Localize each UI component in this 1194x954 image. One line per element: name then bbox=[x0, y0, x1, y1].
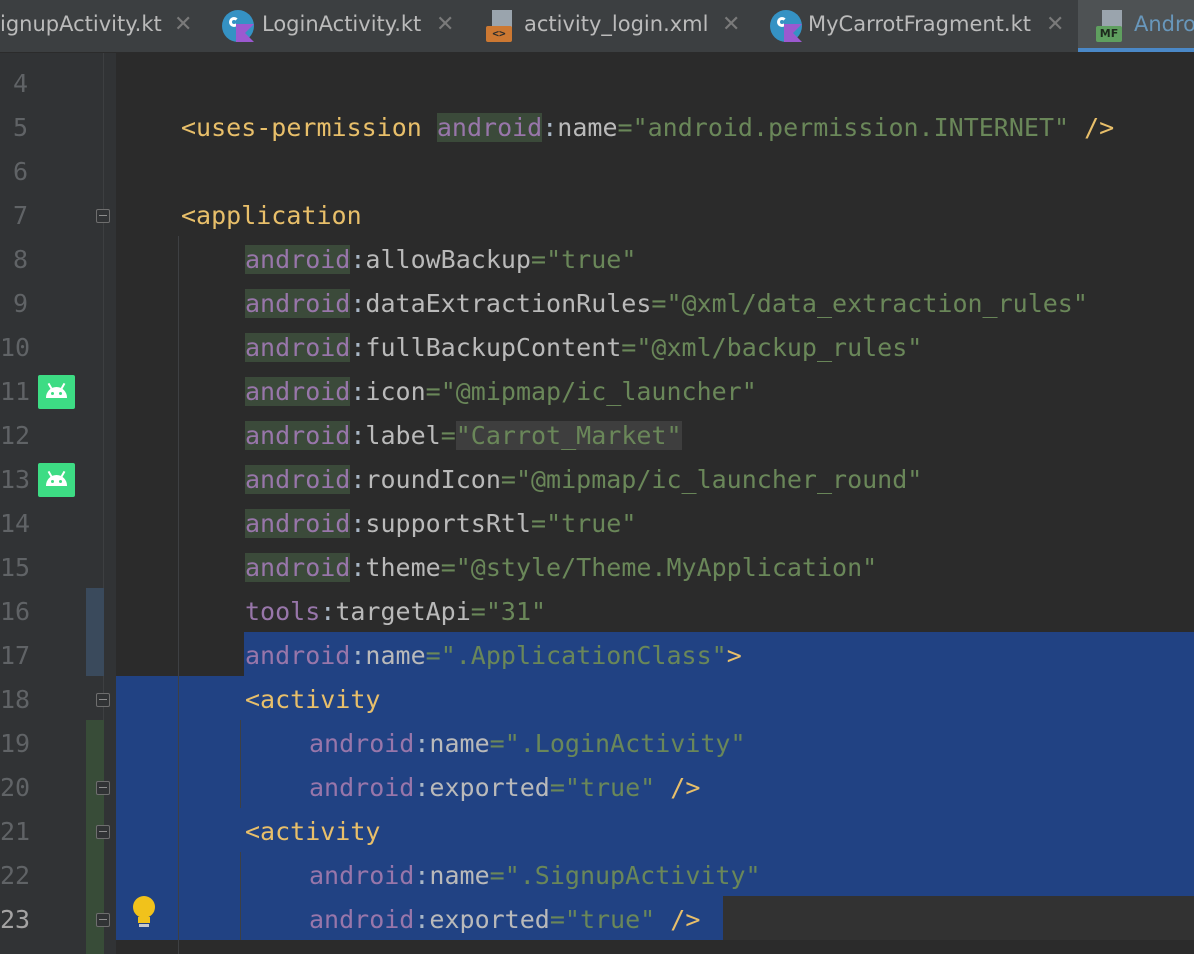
line-number: 8 bbox=[12, 245, 28, 274]
code-line: 10 android:fullBackupContent="@xml/backu… bbox=[0, 326, 1194, 370]
android-icon[interactable] bbox=[38, 463, 75, 497]
tab-my-carrot-fragment[interactable]: MyCarrotFragment.kt ✕ bbox=[754, 0, 1076, 52]
line-number: 20 bbox=[0, 773, 31, 802]
tab-label: activity_login.xml bbox=[524, 12, 709, 36]
line-number: 19 bbox=[0, 729, 31, 758]
xml-file-icon: <> bbox=[486, 10, 518, 42]
tab-label: ignupActivity.kt bbox=[0, 12, 162, 36]
line-number: 11 bbox=[0, 377, 31, 406]
line-number: 12 bbox=[0, 421, 31, 450]
tab-label: Andro bbox=[1134, 12, 1194, 36]
code-line: 12 android:label="Carrot_Market" bbox=[0, 414, 1194, 458]
code-line: 6 bbox=[0, 150, 1194, 194]
code-line: 19 android:name=".LoginActivity" bbox=[0, 722, 1194, 766]
fold-toggle-icon[interactable] bbox=[96, 913, 110, 927]
fold-toggle-icon[interactable] bbox=[96, 693, 110, 707]
close-icon[interactable]: ✕ bbox=[1046, 12, 1064, 37]
kotlin-file-icon bbox=[222, 10, 254, 42]
code-line: 23 android:exported="true" /> bbox=[0, 898, 1194, 942]
tab-activity-login-xml[interactable]: <> activity_login.xml ✕ bbox=[470, 0, 754, 52]
line-number: 13 bbox=[0, 465, 31, 494]
code-line: 13 android:roundIcon="@mipmap/ic_launche… bbox=[0, 458, 1194, 502]
line-number: 17 bbox=[0, 641, 31, 670]
android-icon[interactable] bbox=[38, 375, 75, 409]
lightbulb-icon[interactable] bbox=[133, 896, 155, 930]
code-line: 22 android:name=".SignupActivity" bbox=[0, 854, 1194, 898]
code-line: 9 android:dataExtractionRules="@xml/data… bbox=[0, 282, 1194, 326]
tab-label: MyCarrotFragment.kt bbox=[808, 12, 1031, 36]
kotlin-file-icon bbox=[770, 10, 802, 42]
code-line: 11 android:icon="@mipmap/ic_launcher" bbox=[0, 370, 1194, 414]
close-icon[interactable]: ✕ bbox=[722, 12, 740, 37]
fold-toggle-icon[interactable] bbox=[96, 825, 110, 839]
line-number: 14 bbox=[0, 509, 31, 538]
code-line: 17 android:name=".ApplicationClass"> bbox=[0, 634, 1194, 678]
active-tab-indicator bbox=[1078, 48, 1194, 52]
tab-android-manifest[interactable]: MF Andro bbox=[1078, 0, 1194, 52]
tab-label: LoginActivity.kt bbox=[262, 12, 422, 36]
line-number: 18 bbox=[0, 685, 31, 714]
tab-login-activity[interactable]: LoginActivity.kt ✕ bbox=[206, 0, 466, 52]
line-number: 21 bbox=[0, 817, 31, 846]
code-line: 4 bbox=[0, 62, 1194, 106]
code-line: 15 android:theme="@style/Theme.MyApplica… bbox=[0, 546, 1194, 590]
line-number: 5 bbox=[12, 113, 28, 142]
line-number: 6 bbox=[12, 157, 28, 186]
line-number: 23 bbox=[0, 905, 31, 934]
code-line: 14 android:supportsRtl="true" bbox=[0, 502, 1194, 546]
line-number: 22 bbox=[0, 861, 31, 890]
line-number: 15 bbox=[0, 553, 31, 582]
code-editor[interactable]: 4 5 <uses-permission android:name="andro… bbox=[0, 53, 1194, 954]
fold-toggle-icon[interactable] bbox=[96, 209, 110, 223]
code-line: 8 android:allowBackup="true" bbox=[0, 238, 1194, 282]
line-number: 7 bbox=[12, 201, 28, 230]
line-number: 10 bbox=[0, 333, 31, 362]
code-line: 20 android:exported="true" /> bbox=[0, 766, 1194, 810]
fold-toggle-icon[interactable] bbox=[96, 781, 110, 795]
code-line: 16 tools:targetApi="31" bbox=[0, 590, 1194, 634]
code-line: 5 <uses-permission android:name="android… bbox=[0, 106, 1194, 150]
editor-tab-bar: ignupActivity.kt ✕ LoginActivity.kt ✕ <>… bbox=[0, 0, 1194, 53]
line-number: 4 bbox=[12, 69, 28, 98]
tab-signup-activity[interactable]: ignupActivity.kt ✕ bbox=[0, 0, 206, 52]
code-line: 18 <activity bbox=[0, 678, 1194, 722]
code-line: 7 <application bbox=[0, 194, 1194, 238]
line-number: 16 bbox=[0, 597, 31, 626]
line-number: 9 bbox=[12, 289, 28, 318]
manifest-file-icon: MF bbox=[1096, 10, 1128, 42]
close-icon[interactable]: ✕ bbox=[174, 12, 192, 37]
close-icon[interactable]: ✕ bbox=[436, 12, 454, 37]
code-line: 21 <activity bbox=[0, 810, 1194, 854]
